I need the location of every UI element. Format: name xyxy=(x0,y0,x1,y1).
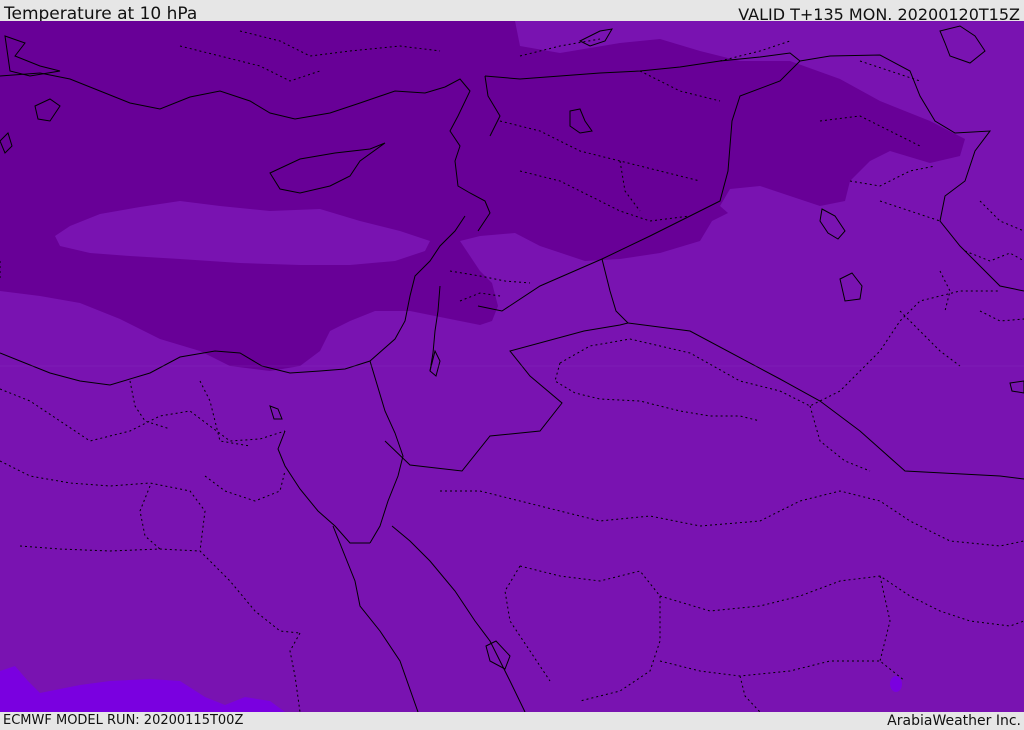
field-lightest-spot xyxy=(890,676,902,692)
footer-bar: ECMWF MODEL RUN: 20200115T00Z ArabiaWeat… xyxy=(0,712,1024,729)
model-run: ECMWF MODEL RUN: 20200115T00Z xyxy=(3,713,244,728)
credit-text: ArabiaWeather Inc. xyxy=(887,713,1021,729)
header-bar: Temperature at 10 hPa VALID T+135 MON. 2… xyxy=(0,0,1024,24)
temperature-map xyxy=(0,21,1024,712)
